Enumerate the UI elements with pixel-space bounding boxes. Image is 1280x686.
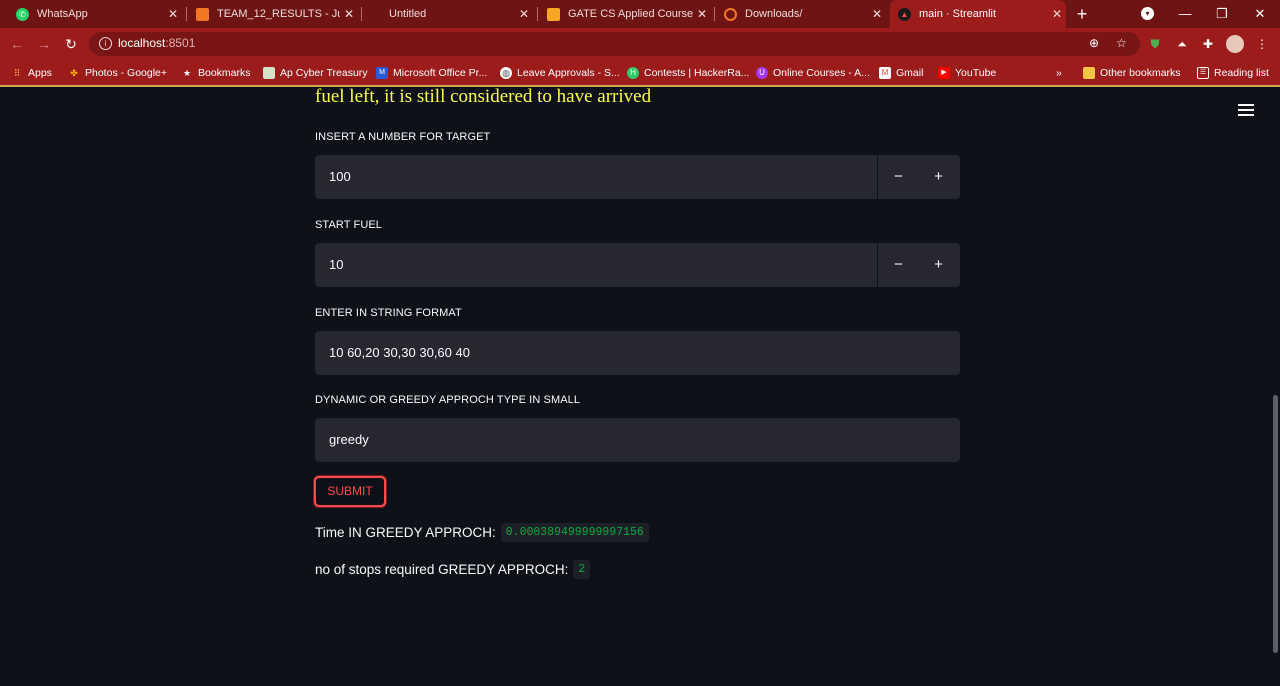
site-info-icon[interactable]: i: [99, 37, 112, 50]
approach-text-input[interactable]: greedy: [315, 418, 960, 462]
stations-label: ENTER IN STRING FORMAT: [315, 307, 462, 319]
google-photos-icon: ✤: [70, 68, 78, 78]
hamburger-menu-icon[interactable]: [1238, 104, 1254, 116]
tab-jupyter-results[interactable]: TEAM_12_RESULTS - Jupyter ✕: [190, 0, 358, 28]
jupyter-spinner-icon: [724, 7, 737, 21]
more-bookmarks-icon[interactable]: »: [1056, 65, 1062, 81]
youtube-icon: ▶: [938, 67, 950, 79]
globe-icon: ◍: [500, 67, 512, 79]
stations-value[interactable]: 10 60,20 30,30 30,60 40: [329, 345, 470, 360]
treasury-icon: [263, 67, 275, 79]
close-window-button[interactable]: ✕: [1245, 4, 1275, 24]
bookmark-reading-list[interactable]: ☰ Reading list: [1197, 65, 1269, 81]
tab-gate-cs[interactable]: GATE CS Applied Course ✕: [541, 0, 711, 28]
approach-label: DYNAMIC OR GREEDY APPROCH TYPE IN SMALL: [315, 394, 581, 406]
whatsapp-icon: ✆: [16, 7, 29, 21]
bookmark-gmail[interactable]: M Gmail: [879, 65, 923, 81]
streamlit-icon: ▲: [898, 7, 911, 21]
tab-downloads[interactable]: Downloads/ ✕: [718, 0, 886, 28]
start-fuel-increment-button[interactable]: +: [918, 243, 959, 287]
target-value[interactable]: 100: [329, 169, 351, 184]
forward-icon[interactable]: →: [34, 34, 54, 54]
time-result: Time IN GREEDY APPROCH: 0.00038949999999…: [315, 523, 649, 542]
bookmark-online-courses[interactable]: U Online Courses - A...: [756, 65, 870, 81]
close-tab-icon[interactable]: ✕: [164, 7, 182, 21]
profile-avatar[interactable]: [1226, 35, 1244, 53]
time-result-label: Time IN GREEDY APPROCH:: [315, 525, 496, 540]
start-fuel-number-input[interactable]: 10 − +: [315, 243, 960, 287]
star-icon: ★: [182, 68, 192, 78]
new-tab-button[interactable]: +: [1072, 4, 1092, 24]
close-tab-icon[interactable]: ✕: [693, 7, 711, 21]
close-tab-icon[interactable]: ✕: [515, 7, 533, 21]
gmail-icon: M: [879, 67, 891, 79]
bookmark-cyber-treasury[interactable]: Ap Cyber Treasury: [263, 65, 368, 81]
extension-arrow-icon[interactable]: ⏶: [1172, 34, 1192, 54]
stops-result-label: no of stops required GREEDY APPROCH:: [315, 562, 569, 577]
bookmark-photos[interactable]: ✤ Photos - Google+: [68, 65, 167, 81]
tab-streamlit[interactable]: ▲ main · Streamlit ✕: [890, 0, 1066, 28]
tab-untitled[interactable]: Untitled ✕: [365, 0, 533, 28]
udemy-icon: U: [756, 67, 768, 79]
maximize-button[interactable]: ❐: [1207, 4, 1237, 24]
target-decrement-button[interactable]: −: [877, 155, 919, 199]
back-icon[interactable]: ←: [7, 34, 27, 54]
page-scrollbar[interactable]: [1273, 395, 1278, 653]
close-tab-icon[interactable]: ✕: [340, 7, 358, 21]
menu-kebab-icon[interactable]: ⋮: [1252, 34, 1272, 54]
start-fuel-decrement-button[interactable]: −: [877, 243, 919, 287]
target-label: INSERT A NUMBER FOR TARGET: [315, 131, 491, 143]
close-tab-icon[interactable]: ✕: [1048, 7, 1066, 21]
submit-button[interactable]: SUBMIT: [314, 476, 386, 507]
tab-strip: ✆ WhatsApp ✕ TEAM_12_RESULTS - Jupyter ✕…: [0, 0, 1280, 28]
bookmark-office[interactable]: M Microsoft Office Pr...: [376, 65, 487, 81]
jupyter-icon: [196, 7, 209, 21]
appliedcourse-icon: [547, 7, 560, 21]
start-fuel-value[interactable]: 10: [329, 257, 343, 272]
bookmark-bookmarks[interactable]: ★ Bookmarks: [181, 65, 251, 81]
stations-text-input[interactable]: 10 60,20 30,30 30,60 40: [315, 331, 960, 375]
start-fuel-label: START FUEL: [315, 219, 383, 231]
office-icon: M: [376, 67, 388, 79]
url-text: localhost:8501: [118, 36, 196, 50]
browser-toolbar: ← → ↻ i localhost:8501 ⊕ ☆ ⛊ ⏶ ✚ ⋮: [0, 28, 1280, 60]
minimize-button[interactable]: —: [1170, 4, 1200, 24]
bookmark-leave-approvals[interactable]: ◍ Leave Approvals - S...: [500, 65, 620, 81]
time-result-value: 0.000389499999997156: [500, 523, 649, 542]
tab-search-icon[interactable]: ▾: [1141, 7, 1154, 20]
close-tab-icon[interactable]: ✕: [868, 7, 886, 21]
folder-icon: [1083, 67, 1095, 79]
shield-extension-icon[interactable]: ⛊: [1145, 34, 1165, 54]
reading-list-icon: ☰: [1197, 67, 1209, 79]
tab-whatsapp[interactable]: ✆ WhatsApp ✕: [10, 0, 182, 28]
reload-icon[interactable]: ↻: [61, 34, 81, 54]
approach-value[interactable]: greedy: [329, 432, 369, 447]
puzzle-extensions-icon[interactable]: ✚: [1198, 34, 1218, 54]
description-text: fuel left, it is still considered to hav…: [315, 87, 652, 107]
hackerrank-icon: H: [627, 67, 639, 79]
bookmark-youtube[interactable]: ▶ YouTube: [938, 65, 996, 81]
zoom-icon[interactable]: ⊕: [1089, 36, 1099, 50]
bookmark-apps[interactable]: ⠿ Apps: [11, 65, 52, 81]
target-increment-button[interactable]: +: [918, 155, 959, 199]
bookmark-other[interactable]: Other bookmarks: [1083, 65, 1181, 81]
streamlit-page: fuel left, it is still considered to hav…: [0, 87, 1280, 686]
stops-result-value: 2: [573, 560, 591, 579]
stops-result: no of stops required GREEDY APPROCH: 2: [315, 560, 591, 579]
apps-grid-icon: ⠿: [13, 68, 21, 78]
bookmarks-bar: ⠿ Apps ✤ Photos - Google+ ★ Bookmarks Ap Cy…: [0, 60, 1280, 87]
bookmark-star-icon[interactable]: ☆: [1116, 36, 1127, 50]
target-number-input[interactable]: 100 − +: [315, 155, 960, 199]
address-bar[interactable]: i localhost:8501 ⊕ ☆: [89, 32, 1140, 56]
bookmark-hackerrank[interactable]: H Contests | HackerRa...: [627, 65, 749, 81]
